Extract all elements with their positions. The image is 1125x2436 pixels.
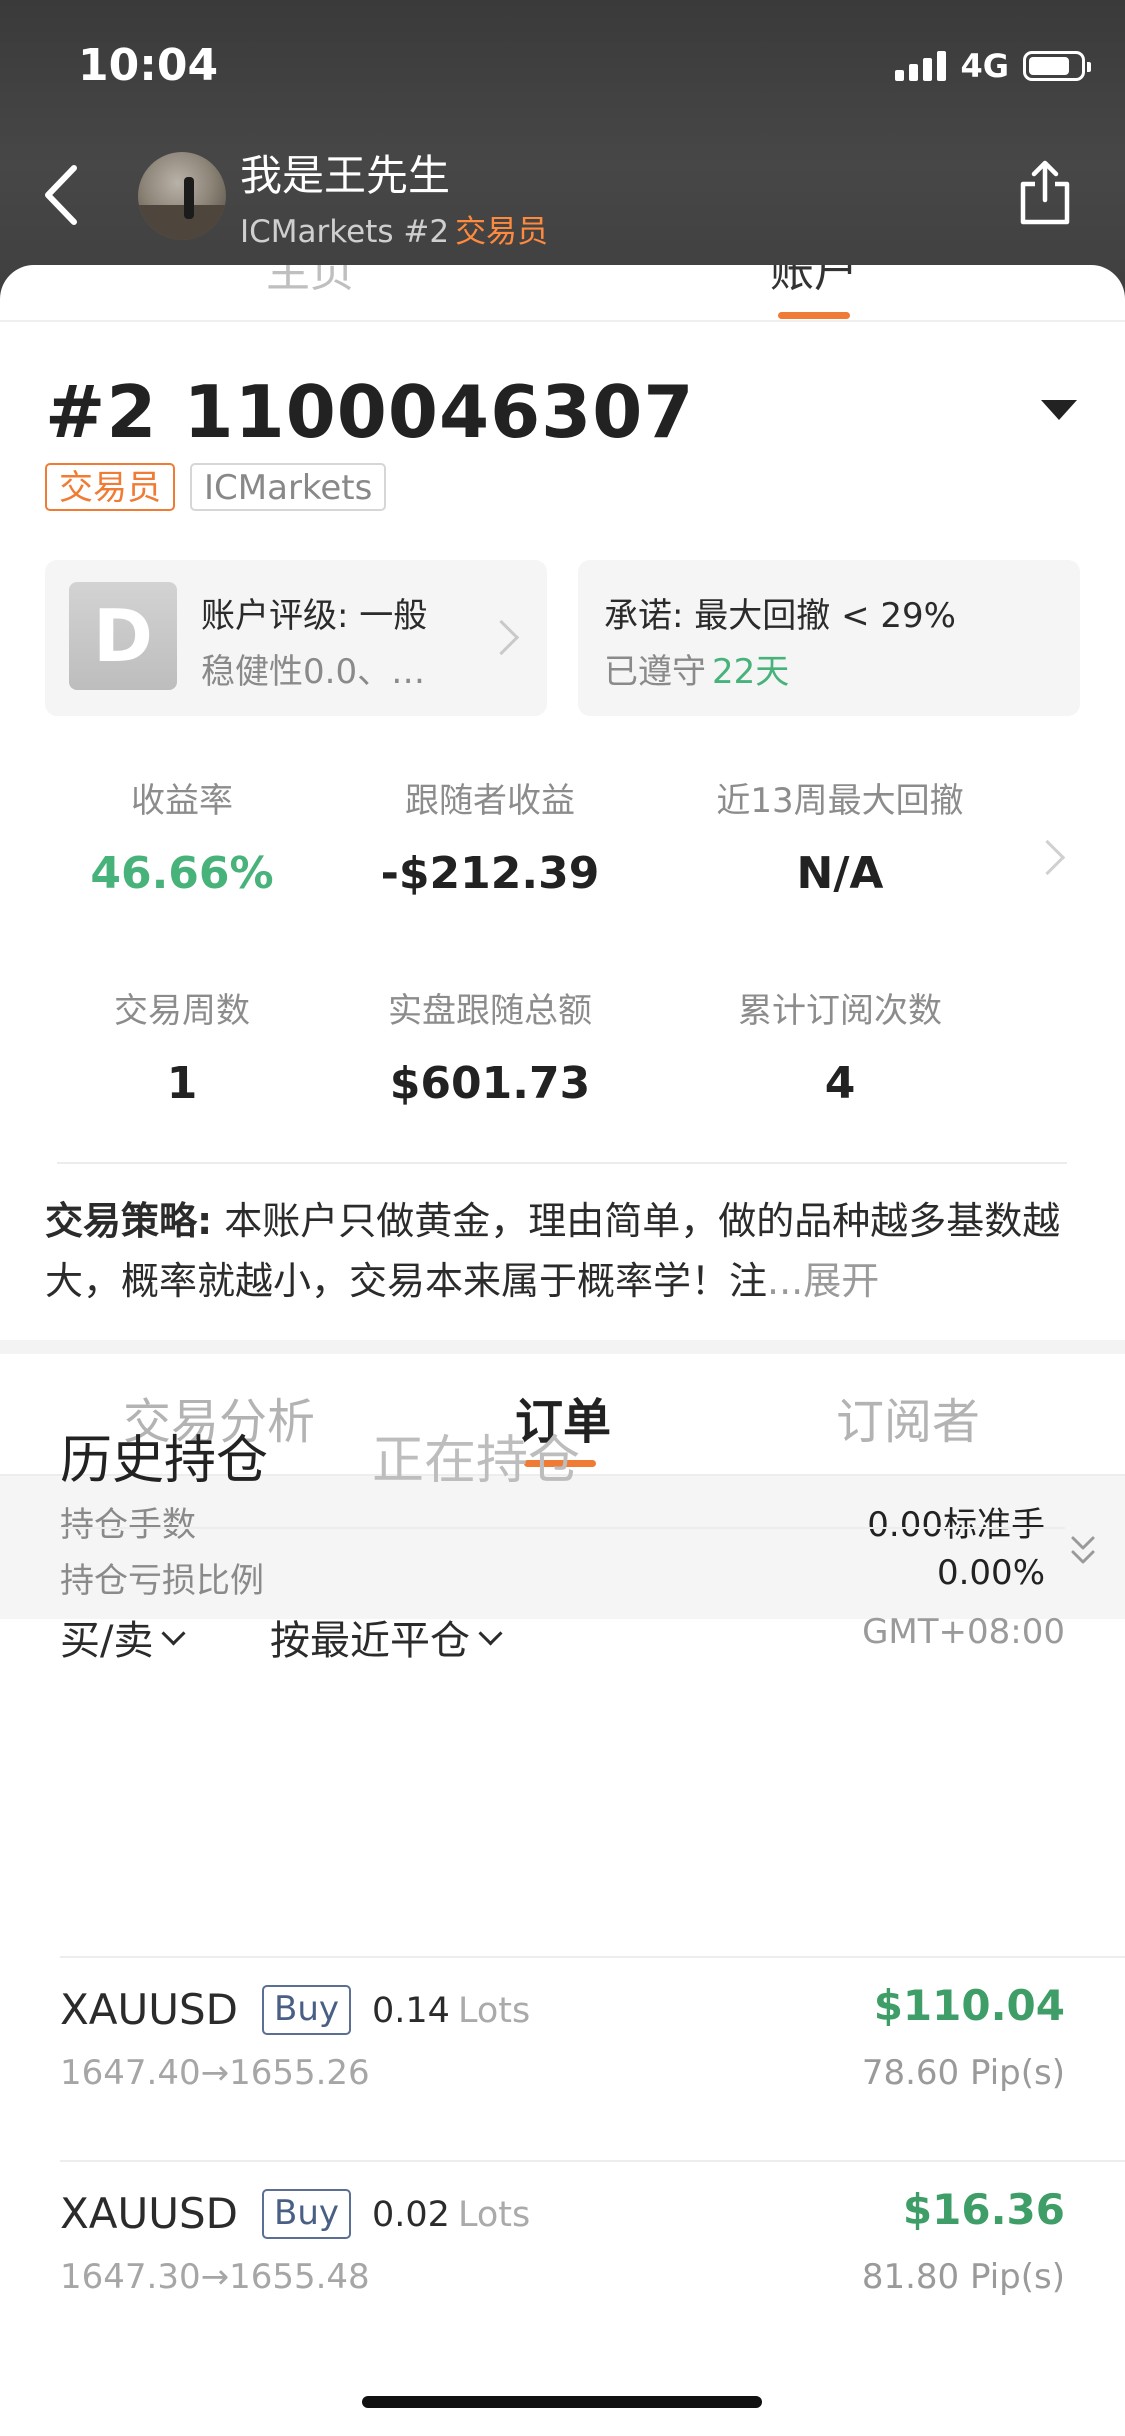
sort-filter[interactable]: 按最近平仓 bbox=[270, 1608, 503, 1666]
active-tab-indicator bbox=[778, 312, 850, 319]
strategy-text: 交易策略: 本账户只做黄金，理由简单，做的品种越多基数越大，概率就越小，交易本来… bbox=[45, 1199, 1061, 1303]
grade-badge: D bbox=[69, 582, 177, 690]
strategy-label: 交易策略: bbox=[45, 1199, 213, 1243]
order-symbol: XAUUSD bbox=[60, 1985, 238, 2034]
order-pips: 78.60 Pip(s) bbox=[861, 2053, 1065, 2093]
tab-account[interactable]: 账户 bbox=[770, 265, 858, 299]
share-icon[interactable] bbox=[1017, 160, 1073, 226]
promise-card[interactable]: 承诺: 最大回撤 < 29% 已遵守 22天 bbox=[578, 560, 1080, 716]
promise-title: 承诺: 最大回撤 < 29% bbox=[604, 596, 956, 636]
home-indicator[interactable] bbox=[362, 2396, 762, 2408]
position-lots-value: 0.00标准手 bbox=[867, 1505, 1045, 1545]
account-dropdown-icon[interactable] bbox=[1041, 400, 1077, 420]
side-filter[interactable]: 买/卖 bbox=[60, 1608, 187, 1666]
section-gap bbox=[0, 1340, 1125, 1354]
order-row[interactable]: XAUUSD Buy 0.14 Lots 1647.40→1655.26 $110… bbox=[60, 1957, 1065, 2161]
sheet-tab-bar: 主页 账户 bbox=[0, 265, 1125, 322]
stat-return: 收益率 46.66% bbox=[90, 781, 274, 899]
rating-detail: 稳健性0.0、… bbox=[201, 652, 426, 692]
back-icon[interactable] bbox=[38, 160, 88, 230]
profile-subtitle: ICMarkets #2 交易员 bbox=[240, 206, 548, 251]
order-price: 1647.40→1655.26 bbox=[60, 2053, 370, 2093]
order-row[interactable]: XAUUSD Buy 0.02 Lots 1647.30→1655.48 $16.… bbox=[60, 2161, 1065, 2365]
profile-broker: ICMarkets #2 bbox=[240, 214, 450, 250]
position-pl-label: 持仓亏损比例 bbox=[60, 1561, 264, 1601]
filter-bar: 买/卖 按最近平仓 GMT+08:00 bbox=[0, 1608, 1125, 1668]
stat-live-follow-total: 实盘跟随总额 $601.73 bbox=[388, 991, 592, 1109]
avatar[interactable] bbox=[138, 152, 226, 240]
expand-link[interactable]: 展开 bbox=[803, 1259, 879, 1303]
network-type: 4G bbox=[960, 47, 1009, 85]
rating-card[interactable]: D 账户评级: 一般 稳健性0.0、… bbox=[45, 560, 547, 716]
status-indicators: 4G bbox=[895, 46, 1091, 86]
order-profit: $16.36 bbox=[902, 2185, 1065, 2234]
order-side-badge: Buy bbox=[262, 2189, 351, 2239]
signal-icon bbox=[895, 51, 947, 81]
promise-status: 已遵守 22天 bbox=[604, 652, 790, 692]
broker-tag: ICMarkets bbox=[190, 463, 387, 511]
stat-follower-profit: 跟随者收益 -$212.39 bbox=[380, 781, 600, 899]
chevron-down-icon bbox=[478, 1620, 503, 1646]
order-lots: 0.14 Lots bbox=[372, 1991, 531, 2031]
role-tag: 交易员 bbox=[45, 463, 175, 511]
tab-history-positions[interactable]: 历史持仓 bbox=[60, 1418, 268, 1493]
stat-trade-weeks: 交易周数 1 bbox=[114, 991, 250, 1109]
order-side-badge: Buy bbox=[262, 1985, 351, 2035]
promise-days: 22天 bbox=[712, 652, 790, 692]
position-summary: 持仓手数 0.00标准手 持仓亏损比例 0.00% bbox=[0, 1476, 1125, 1619]
account-title: #2 1100046307 bbox=[45, 370, 695, 454]
order-lots: 0.02 Lots bbox=[372, 2195, 531, 2235]
chevron-down-icon bbox=[161, 1620, 187, 1646]
timezone-label: GMT+08:00 bbox=[862, 1612, 1065, 1652]
battery-icon bbox=[1023, 51, 1091, 81]
stats-more-chevron-icon[interactable] bbox=[1029, 839, 1066, 876]
chevron-right-icon bbox=[483, 619, 520, 656]
expand-down-icon[interactable] bbox=[1069, 1532, 1097, 1572]
position-pl-value: 0.00% bbox=[936, 1553, 1045, 1593]
order-pips: 81.80 Pip(s) bbox=[861, 2257, 1065, 2297]
profile-name: 我是王先生 bbox=[240, 151, 451, 200]
divider bbox=[57, 1162, 1067, 1164]
tab-subscribers[interactable]: 订阅者 bbox=[836, 1382, 980, 1452]
position-lots-label: 持仓手数 bbox=[60, 1505, 196, 1545]
order-profit: $110.04 bbox=[873, 1981, 1065, 2030]
order-symbol: XAUUSD bbox=[60, 2189, 238, 2238]
stat-subscription-count: 累计订阅次数 4 bbox=[738, 991, 942, 1109]
tab-home[interactable]: 主页 bbox=[266, 265, 354, 299]
tab-open-positions[interactable]: 正在持仓 bbox=[372, 1418, 580, 1493]
divider bbox=[60, 1527, 1065, 1529]
profile-role: 交易员 bbox=[455, 214, 549, 250]
stat-max-drawdown: 近13周最大回撤 N/A bbox=[716, 781, 964, 899]
status-time: 10:04 bbox=[78, 40, 219, 91]
order-price: 1647.30→1655.48 bbox=[60, 2257, 370, 2297]
rating-title: 账户评级: 一般 bbox=[201, 596, 428, 636]
top-header: 10:04 4G 我是王先生 ICMarkets #2 交易员 bbox=[0, 0, 1125, 300]
